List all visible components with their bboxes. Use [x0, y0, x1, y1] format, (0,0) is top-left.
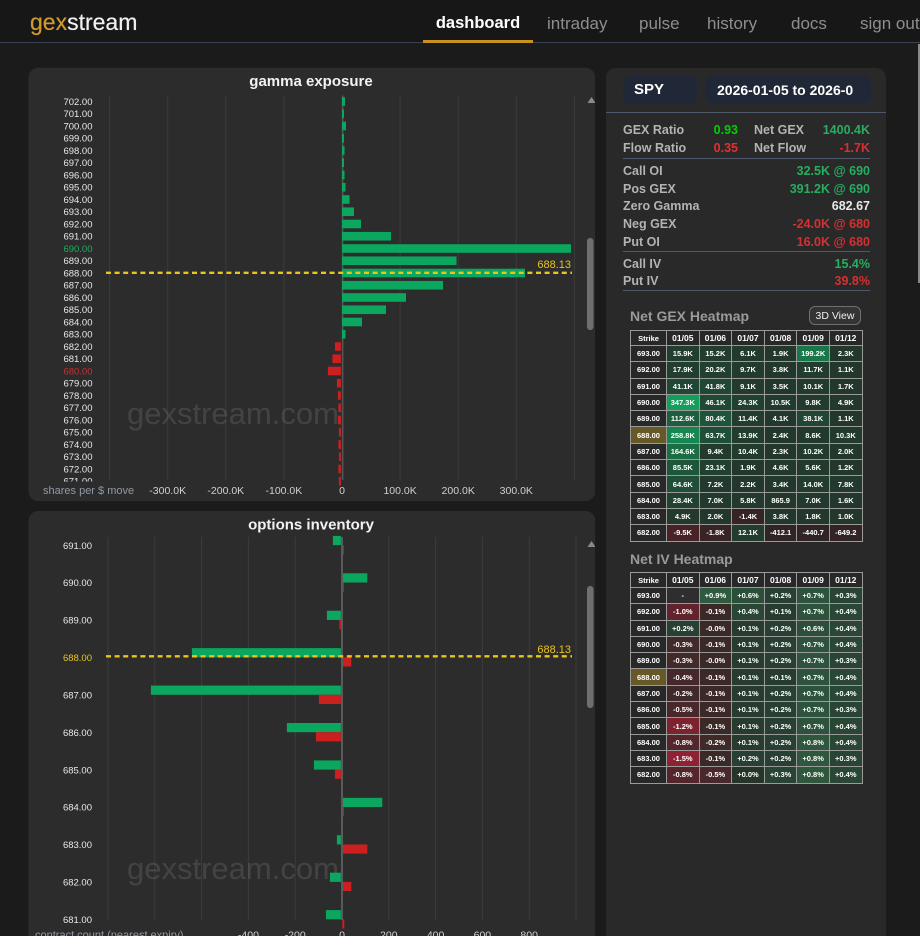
svg-text:692.00: 692.00 — [63, 219, 92, 230]
svg-text:0: 0 — [339, 929, 345, 936]
svg-text:681.00: 681.00 — [63, 354, 92, 365]
svg-text:688.00: 688.00 — [63, 653, 92, 664]
svg-text:300.0K: 300.0K — [500, 485, 533, 497]
svg-text:693.00: 693.00 — [63, 207, 92, 218]
svg-text:699.00: 699.00 — [63, 134, 92, 145]
svg-text:687.00: 687.00 — [63, 690, 92, 701]
svg-text:680.00: 680.00 — [63, 366, 92, 377]
svg-text:200: 200 — [380, 929, 398, 936]
svg-text:691.00: 691.00 — [63, 541, 92, 552]
svg-text:685.00: 685.00 — [63, 305, 92, 316]
svg-text:698.00: 698.00 — [63, 146, 92, 157]
svg-text:683.00: 683.00 — [63, 840, 92, 851]
svg-text:690.00: 690.00 — [63, 244, 92, 255]
svg-text:600: 600 — [474, 929, 492, 936]
svg-text:683.00: 683.00 — [63, 330, 92, 341]
svg-text:677.00: 677.00 — [63, 403, 92, 414]
svg-text:689.00: 689.00 — [63, 616, 92, 627]
svg-text:684.00: 684.00 — [63, 317, 92, 328]
svg-text:686.00: 686.00 — [63, 728, 92, 739]
svg-text:674.00: 674.00 — [63, 440, 92, 451]
svg-text:675.00: 675.00 — [63, 428, 92, 439]
svg-text:gamma exposure: gamma exposure — [249, 73, 372, 90]
svg-text:400: 400 — [427, 929, 445, 936]
svg-text:691.00: 691.00 — [63, 232, 92, 243]
svg-text:682.00: 682.00 — [63, 342, 92, 353]
svg-text:682.00: 682.00 — [63, 878, 92, 889]
svg-text:676.00: 676.00 — [63, 415, 92, 426]
svg-text:702.00: 702.00 — [63, 97, 92, 108]
svg-text:100.0K: 100.0K — [383, 485, 416, 497]
svg-text:684.00: 684.00 — [63, 803, 92, 814]
svg-text:673.00: 673.00 — [63, 452, 92, 463]
svg-text:672.00: 672.00 — [63, 464, 92, 475]
svg-text:694.00: 694.00 — [63, 195, 92, 206]
svg-text:685.00: 685.00 — [63, 765, 92, 776]
svg-text:690.00: 690.00 — [63, 578, 92, 589]
svg-text:679.00: 679.00 — [63, 379, 92, 390]
svg-text:688.13: 688.13 — [537, 644, 571, 656]
svg-text:678.00: 678.00 — [63, 391, 92, 402]
svg-text:701.00: 701.00 — [63, 109, 92, 120]
svg-text:695.00: 695.00 — [63, 183, 92, 194]
svg-text:gexstream.com: gexstream.com — [127, 396, 339, 431]
svg-text:-200: -200 — [285, 929, 306, 936]
svg-text:688.13: 688.13 — [537, 259, 571, 271]
svg-text:689.00: 689.00 — [63, 256, 92, 267]
svg-text:681.00: 681.00 — [63, 915, 92, 926]
svg-text:options inventory: options inventory — [248, 517, 374, 534]
svg-text:700.00: 700.00 — [63, 121, 92, 132]
svg-text:696.00: 696.00 — [63, 170, 92, 181]
svg-text:-400: -400 — [238, 929, 259, 936]
svg-text:-100.0K: -100.0K — [266, 485, 303, 497]
svg-text:gexstream.com: gexstream.com — [127, 851, 339, 886]
svg-text:shares per $ move: shares per $ move — [43, 485, 134, 497]
svg-text:688.00: 688.00 — [63, 268, 92, 279]
svg-text:687.00: 687.00 — [63, 281, 92, 292]
svg-text:697.00: 697.00 — [63, 158, 92, 169]
svg-text:-200.0K: -200.0K — [207, 485, 244, 497]
svg-text:800: 800 — [520, 929, 538, 936]
svg-text:200.0K: 200.0K — [442, 485, 475, 497]
svg-text:0: 0 — [339, 485, 345, 497]
svg-text:-300.0K: -300.0K — [149, 485, 186, 497]
svg-text:contract count (nearest expiry: contract count (nearest expiry) — [35, 929, 184, 936]
svg-text:686.00: 686.00 — [63, 293, 92, 304]
